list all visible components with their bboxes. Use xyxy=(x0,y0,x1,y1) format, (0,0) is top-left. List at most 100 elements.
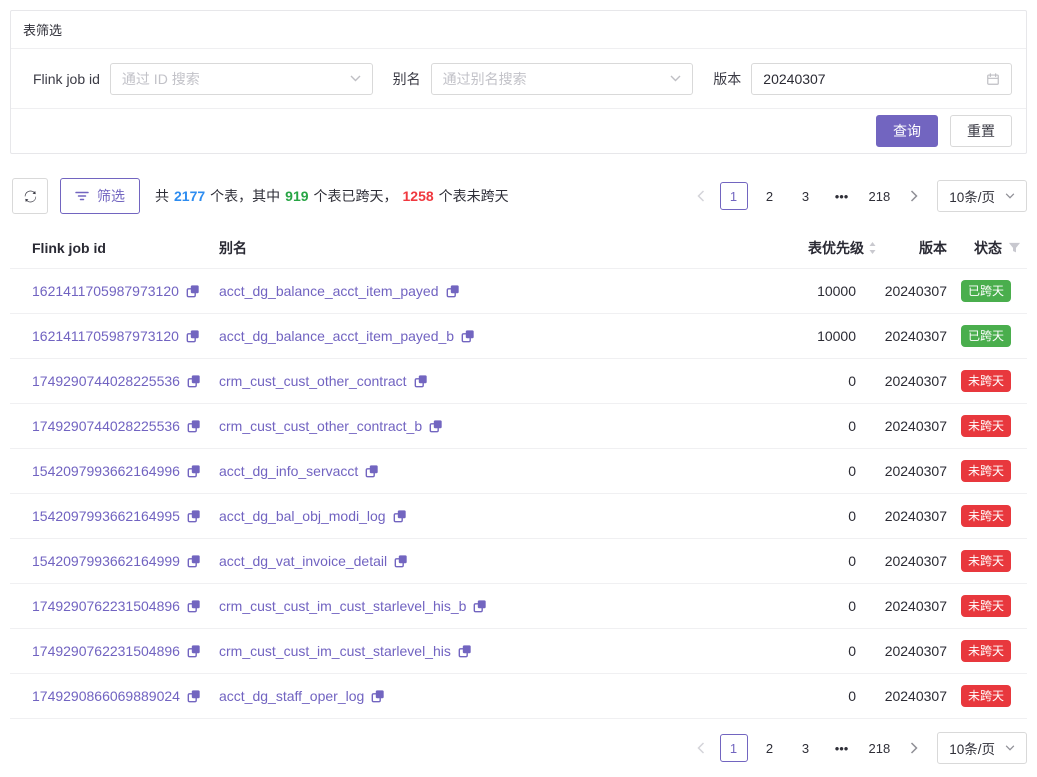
cell-status: 未跨天 xyxy=(947,460,1021,482)
copy-icon[interactable] xyxy=(394,554,408,568)
copy-icon[interactable] xyxy=(187,689,201,703)
copy-icon[interactable] xyxy=(473,599,487,613)
cell-alias: crm_cust_cust_other_contract_b xyxy=(219,418,762,434)
copy-icon[interactable] xyxy=(365,464,379,478)
header-status: 状态 xyxy=(947,238,1021,258)
filter-lines-icon xyxy=(75,190,89,202)
flink-job-id-placeholder: 通过 ID 搜索 xyxy=(122,69,200,89)
copy-icon[interactable] xyxy=(187,554,201,568)
page-number-button[interactable]: 3 xyxy=(792,182,820,210)
flink-job-id-link[interactable]: 1749290762231504896 xyxy=(32,598,180,614)
alias-select[interactable]: 通过别名搜索 xyxy=(431,63,694,95)
alias-link[interactable]: crm_cust_cust_other_contract xyxy=(219,373,407,389)
flink-job-id-link[interactable]: 1621411705987973120 xyxy=(32,283,179,299)
header-priority[interactable]: 表优先级 xyxy=(762,238,877,258)
page-number-button[interactable]: 218 xyxy=(864,734,896,762)
cell-status: 已跨天 xyxy=(947,325,1021,347)
alias-link[interactable]: acct_dg_vat_invoice_detail xyxy=(219,553,387,569)
refresh-button[interactable] xyxy=(12,178,48,214)
table-row: 1749290762231504896 crm_cust_cust_im_cus… xyxy=(10,584,1027,629)
status-badge: 未跨天 xyxy=(961,595,1011,617)
copy-icon[interactable] xyxy=(393,509,407,523)
cell-version: 20240307 xyxy=(877,283,947,299)
cell-priority: 0 xyxy=(762,463,877,479)
flink-job-id-link[interactable]: 1749290866069889024 xyxy=(32,688,180,704)
page-number-button[interactable]: 3 xyxy=(792,734,820,762)
alias-placeholder: 通过别名搜索 xyxy=(443,69,527,89)
copy-icon[interactable] xyxy=(371,689,385,703)
next-page-button[interactable] xyxy=(903,182,925,210)
prev-page-button[interactable] xyxy=(690,182,712,210)
status-badge: 已跨天 xyxy=(961,280,1011,302)
filter-toggle-button[interactable]: 筛选 xyxy=(60,178,140,214)
alias-link[interactable]: acct_dg_bal_obj_modi_log xyxy=(219,508,386,524)
page-number-button[interactable]: 2 xyxy=(756,734,784,762)
stats-seg3: 个表已跨天， xyxy=(314,188,398,204)
flink-job-id-select[interactable]: 通过 ID 搜索 xyxy=(110,63,373,95)
copy-icon[interactable] xyxy=(187,599,201,613)
alias-link[interactable]: acct_dg_balance_acct_item_payed xyxy=(219,283,439,299)
query-button[interactable]: 查询 xyxy=(876,115,938,147)
copy-icon[interactable] xyxy=(187,374,201,388)
filter-fields-row: Flink job id 通过 ID 搜索 别名 通过别名搜索 版本 20240… xyxy=(11,49,1026,109)
next-page-button[interactable] xyxy=(903,734,925,762)
cell-flink-job-id: 1749290744028225536 xyxy=(22,373,219,389)
flink-job-id-link[interactable]: 1542097993662164996 xyxy=(32,463,180,479)
flink-job-id-link[interactable]: 1749290762231504896 xyxy=(32,643,180,659)
page-size-select[interactable]: 10条/页 xyxy=(937,180,1027,212)
page-number-button[interactable]: 1 xyxy=(720,182,748,210)
prev-page-button[interactable] xyxy=(690,734,712,762)
alias-link[interactable]: acct_dg_balance_acct_item_payed_b xyxy=(219,328,454,344)
alias-link[interactable]: crm_cust_cust_im_cust_starlevel_his_b xyxy=(219,598,466,614)
header-priority-label: 表优先级 xyxy=(808,238,864,258)
alias-label: 别名 xyxy=(393,69,421,89)
copy-icon[interactable] xyxy=(461,329,475,343)
copy-icon[interactable] xyxy=(458,644,472,658)
alias-link[interactable]: crm_cust_cust_im_cust_starlevel_his xyxy=(219,643,451,659)
filter-actions-row: 查询 重置 xyxy=(11,109,1026,153)
table-header-row: Flink job id 别名 表优先级 版本 状态 xyxy=(10,228,1027,269)
page-number-button[interactable]: 1 xyxy=(720,734,748,762)
page-number-button[interactable]: 218 xyxy=(864,182,896,210)
flink-job-id-link[interactable]: 1749290744028225536 xyxy=(32,373,180,389)
cell-version: 20240307 xyxy=(877,373,947,389)
copy-icon[interactable] xyxy=(187,464,201,478)
alias-link[interactable]: crm_cust_cust_other_contract_b xyxy=(219,418,422,434)
flink-job-id-link[interactable]: 1749290744028225536 xyxy=(32,418,180,434)
cell-flink-job-id: 1621411705987973120 xyxy=(22,328,219,344)
copy-icon[interactable] xyxy=(186,329,200,343)
flink-job-id-link[interactable]: 1542097993662164999 xyxy=(32,553,180,569)
alias-link[interactable]: acct_dg_info_servacct xyxy=(219,463,358,479)
flink-job-id-link[interactable]: 1621411705987973120 xyxy=(32,328,179,344)
copy-icon[interactable] xyxy=(414,374,428,388)
copy-icon[interactable] xyxy=(186,284,200,298)
sync-icon xyxy=(23,189,38,204)
copy-icon[interactable] xyxy=(187,644,201,658)
cell-alias: acct_dg_staff_oper_log xyxy=(219,688,762,704)
cell-alias: acct_dg_bal_obj_modi_log xyxy=(219,508,762,524)
filter-toggle-label: 筛选 xyxy=(97,186,125,206)
copy-icon[interactable] xyxy=(429,419,443,433)
stats-seg1: 共 xyxy=(155,188,169,204)
cell-status: 未跨天 xyxy=(947,595,1021,617)
page-number-button[interactable]: ••• xyxy=(828,182,856,210)
version-date-input[interactable]: 20240307 xyxy=(751,63,1012,95)
copy-icon[interactable] xyxy=(187,509,201,523)
reset-button[interactable]: 重置 xyxy=(950,115,1012,147)
flink-job-id-link[interactable]: 1542097993662164995 xyxy=(32,508,180,524)
status-badge: 未跨天 xyxy=(961,505,1011,527)
copy-icon[interactable] xyxy=(187,419,201,433)
chevron-down-icon xyxy=(350,75,361,82)
page-number-button[interactable]: 2 xyxy=(756,182,784,210)
page-number-button[interactable]: ••• xyxy=(828,734,856,762)
sorter-icon[interactable] xyxy=(868,241,877,255)
page-size-select[interactable]: 10条/页 xyxy=(937,732,1027,764)
cell-status: 未跨天 xyxy=(947,370,1021,392)
copy-icon[interactable] xyxy=(446,284,460,298)
alias-link[interactable]: acct_dg_staff_oper_log xyxy=(219,688,364,704)
funnel-icon[interactable] xyxy=(1008,242,1021,254)
cell-priority: 10000 xyxy=(762,328,877,344)
status-badge: 未跨天 xyxy=(961,415,1011,437)
filter-card: 表筛选 Flink job id 通过 ID 搜索 别名 通过别名搜索 版本 2… xyxy=(10,10,1027,154)
chevron-down-icon xyxy=(1005,745,1015,751)
